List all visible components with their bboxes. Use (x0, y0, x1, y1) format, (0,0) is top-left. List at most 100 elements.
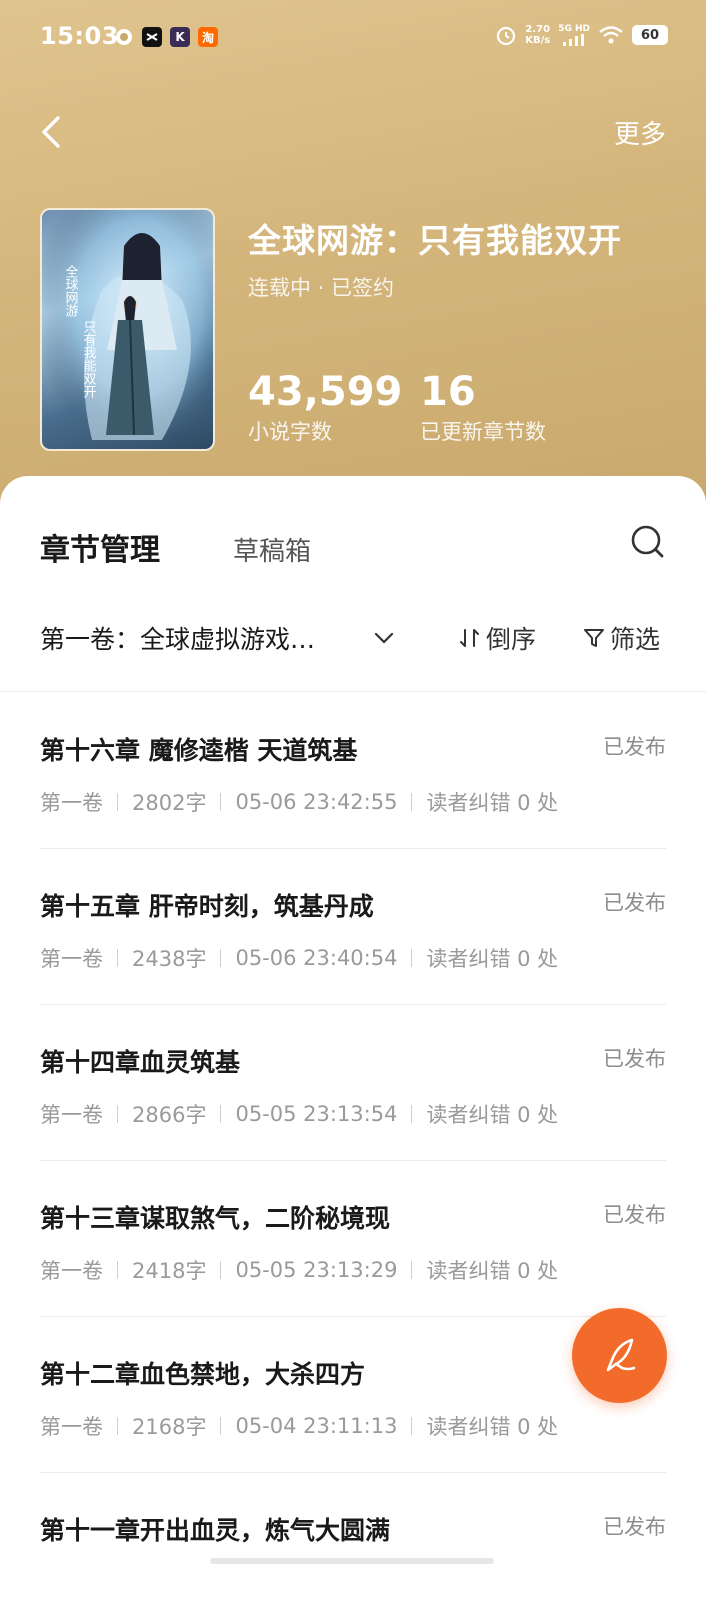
chapter-errors: 读者纠错 0 处 (426, 1259, 559, 1283)
meta-separator (411, 949, 413, 967)
sort-label: 倒序 (486, 625, 537, 654)
back-button[interactable] (40, 112, 80, 152)
signal-icon (563, 34, 585, 46)
svg-text:全球网游: 全球网游 (63, 264, 79, 317)
meta-separator (411, 793, 413, 811)
battery-indicator: 60 (632, 25, 668, 45)
chapter-title: 第十一章开出血灵，炼气大圆满 (40, 1516, 391, 1545)
chapter-words: 2866字 (132, 1103, 207, 1127)
chapter-title: 第十四章血灵筑基 (40, 1048, 241, 1077)
chapter-row[interactable]: 第十二章血色禁地，大杀四方 第一卷 2168字 05-04 23:11:13 读… (40, 1317, 666, 1473)
chapter-title: 第十六章 魔修逵楷 天道筑基 (40, 736, 358, 765)
net-speed-unit: KB/s (525, 35, 551, 46)
svg-text:只有我能双开: 只有我能双开 (81, 320, 97, 398)
chapter-words: 2438字 (132, 947, 207, 971)
chapter-row[interactable]: 第十一章开出血灵，炼气大圆满 已发布 (40, 1473, 666, 1600)
status-bar: 15:03 K 淘 2.70 KB/s 5G HD 60 (0, 0, 706, 76)
home-indicator (210, 1558, 494, 1564)
chapter-volume: 第一卷 (40, 791, 103, 815)
toolbar-divider (0, 691, 706, 692)
meta-separator (220, 1261, 222, 1279)
chapter-time: 05-05 23:13:29 (235, 1258, 398, 1282)
app-notification-icon (114, 27, 134, 47)
meta-separator (220, 793, 222, 811)
word-count-value: 43,599 (248, 369, 403, 415)
chapter-errors: 读者纠错 0 处 (426, 947, 559, 971)
word-count-label: 小说字数 (248, 420, 332, 444)
book-title: 全球网游：只有我能双开 (248, 221, 622, 260)
network-type: 5G HD (558, 24, 590, 34)
volume-dropdown-button[interactable] (372, 626, 396, 650)
word-count-stat: 43,599 小说字数 (248, 368, 402, 446)
meta-separator (117, 793, 118, 811)
write-chapter-button[interactable] (572, 1308, 667, 1403)
filter-button[interactable]: 筛选 (582, 620, 660, 656)
chapter-title: 第十二章血色禁地，大杀四方 (40, 1360, 366, 1389)
chapter-time: 05-04 23:11:13 (235, 1414, 398, 1438)
chapter-volume: 第一卷 (40, 1415, 103, 1439)
chapter-words: 2802字 (132, 791, 207, 815)
meta-separator (411, 1105, 413, 1123)
chapter-row[interactable]: 第十五章 肝帝时刻，筑基丹成 已发布 第一卷 2438字 05-06 23:40… (40, 849, 666, 1005)
chapter-errors: 读者纠错 0 处 (426, 1415, 559, 1439)
volume-selector[interactable]: 第一卷：全球虚拟游戏… (40, 620, 315, 656)
chapter-meta: 第一卷 2438字 05-06 23:40:54 读者纠错 0 处 (40, 943, 558, 973)
chapter-time: 05-06 23:42:55 (235, 790, 398, 814)
book-cover-illustration: 全球网游 只有我能双开 (42, 210, 213, 449)
chapter-meta: 第一卷 2168字 05-04 23:11:13 读者纠错 0 处 (40, 1411, 558, 1441)
capcut-icon (142, 27, 162, 47)
chapter-status: 已发布 (603, 891, 666, 915)
notification-icons: K 淘 (114, 27, 218, 47)
chapter-time: 05-05 23:13:54 (235, 1102, 398, 1126)
tab-chapter-management[interactable]: 章节管理 (40, 525, 160, 569)
chapter-row[interactable]: 第十六章 魔修逵楷 天道筑基 已发布 第一卷 2802字 05-06 23:42… (40, 693, 666, 849)
meta-separator (411, 1417, 413, 1435)
net-speed: 2.70 KB/s (525, 24, 550, 46)
chapter-count-value: 16 (420, 369, 476, 415)
tab-drafts[interactable]: 草稿箱 (233, 531, 311, 568)
chapter-count-label: 已更新章节数 (420, 420, 546, 444)
chapter-row[interactable]: 第十四章血灵筑基 已发布 第一卷 2866字 05-05 23:13:54 读者… (40, 1005, 666, 1161)
meta-separator (117, 949, 118, 967)
chapter-status: 已发布 (603, 1047, 666, 1071)
chapter-words: 2168字 (132, 1415, 207, 1439)
meta-separator (220, 1417, 222, 1435)
chapter-status: 已发布 (603, 1515, 666, 1539)
net-speed-value: 2.70 (525, 24, 551, 35)
chevron-down-icon (374, 632, 394, 644)
meta-separator (117, 1105, 118, 1123)
alarm-icon (497, 26, 516, 46)
meta-separator (220, 949, 222, 967)
chapter-volume: 第一卷 (40, 1103, 103, 1127)
sort-button[interactable]: 倒序 (458, 620, 536, 656)
book-status: 连载中 · 已签约 (248, 276, 395, 300)
back-arrow-icon (42, 116, 60, 148)
chapter-row[interactable]: 第十三章谋取煞气，二阶秘境现 已发布 第一卷 2418字 05-05 23:13… (40, 1161, 666, 1317)
chapter-status: 已发布 (603, 735, 666, 759)
chapter-words: 2418字 (132, 1259, 207, 1283)
search-button[interactable] (630, 524, 666, 560)
chapter-meta: 第一卷 2418字 05-05 23:13:29 读者纠错 0 处 (40, 1255, 558, 1285)
wifi-icon (599, 26, 623, 44)
chapter-volume: 第一卷 (40, 947, 103, 971)
chapter-errors: 读者纠错 0 处 (426, 791, 559, 815)
chapter-title: 第十三章谋取煞气，二阶秘境现 (40, 1204, 391, 1233)
meta-separator (220, 1105, 222, 1123)
sort-icon (460, 629, 479, 647)
chapter-meta: 第一卷 2866字 05-05 23:13:54 读者纠错 0 处 (40, 1099, 558, 1129)
chapter-volume: 第一卷 (40, 1259, 103, 1283)
search-icon (631, 525, 664, 558)
chapter-count-stat: 16 已更新章节数 (420, 368, 546, 446)
chapter-meta: 第一卷 2802字 05-06 23:42:55 读者纠错 0 处 (40, 787, 558, 817)
more-button[interactable]: 更多 (614, 114, 666, 151)
meta-separator (117, 1417, 118, 1435)
chapter-errors: 读者纠错 0 处 (426, 1103, 559, 1127)
meta-separator (117, 1261, 118, 1279)
meta-separator (411, 1261, 413, 1279)
taobao-icon: 淘 (198, 27, 218, 47)
status-time: 15:03 (40, 22, 119, 50)
system-status: 2.70 KB/s 5G HD 60 (495, 24, 668, 46)
book-cover[interactable]: 全球网游 只有我能双开 (40, 208, 215, 451)
filter-icon (584, 629, 604, 647)
chapter-title: 第十五章 肝帝时刻，筑基丹成 (40, 892, 374, 921)
